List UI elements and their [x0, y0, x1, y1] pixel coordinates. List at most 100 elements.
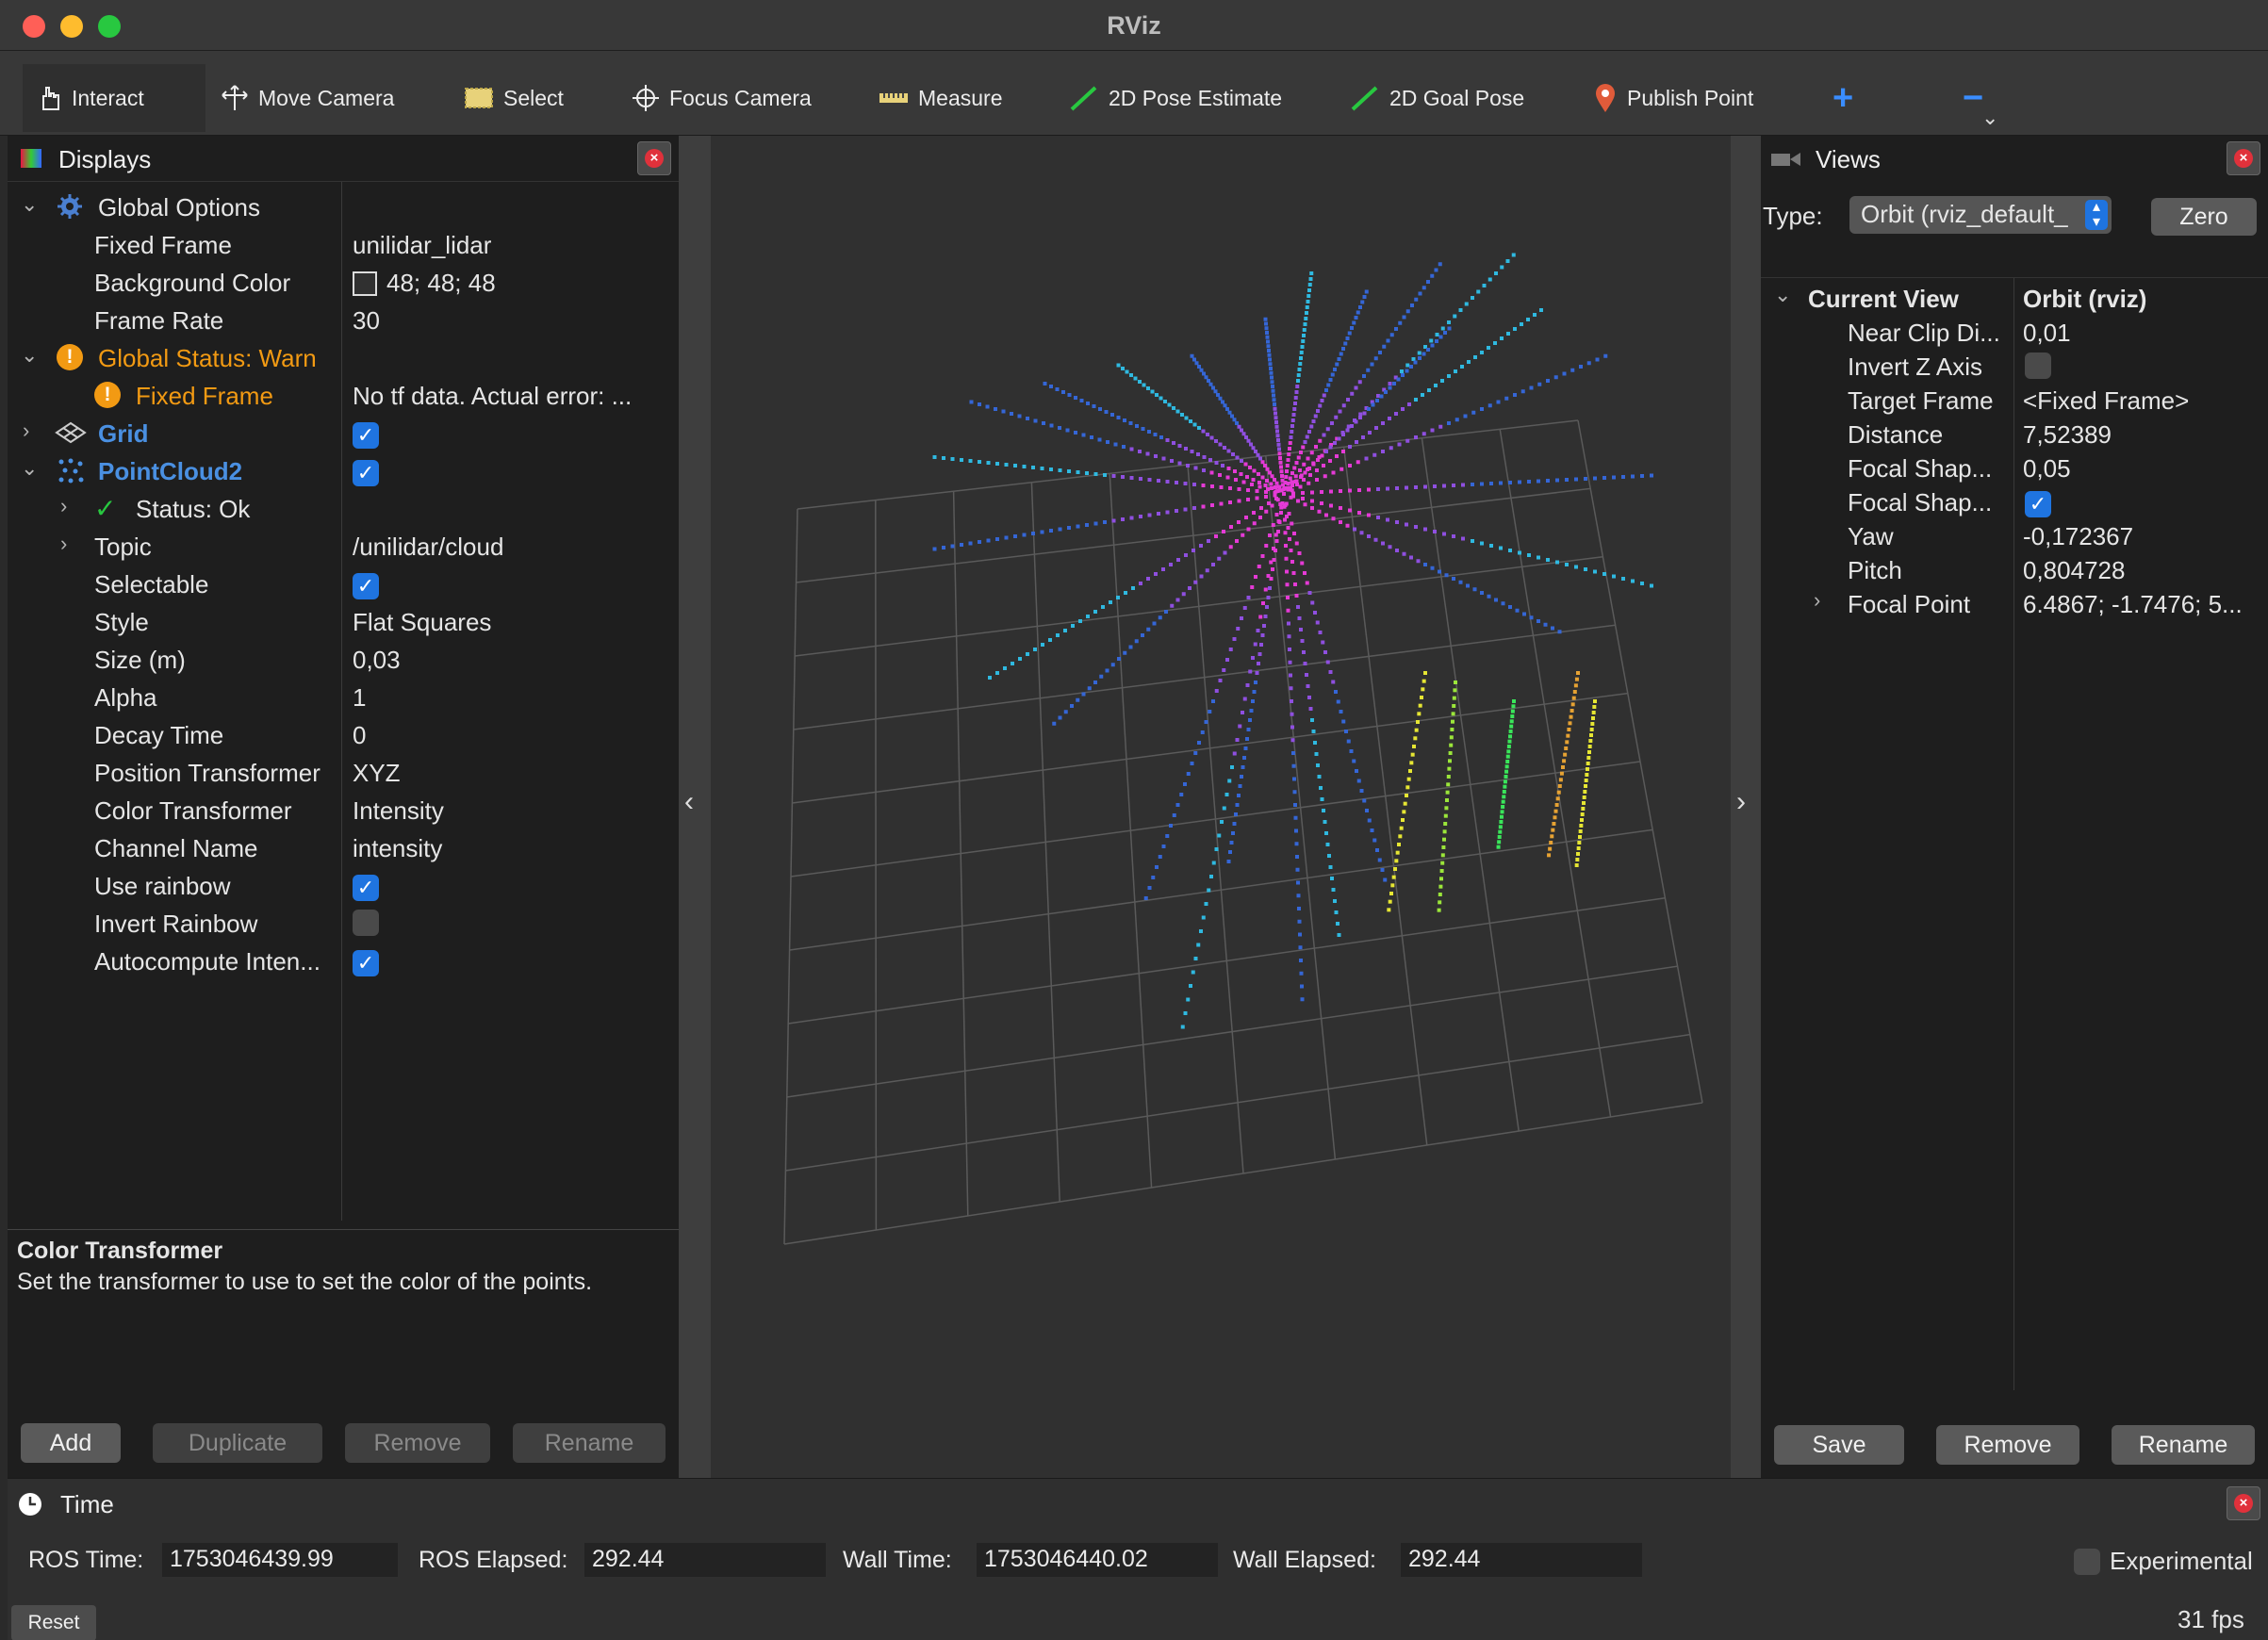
collapse-left-handle[interactable]: ‹ [679, 136, 711, 1478]
tree-row-current-view[interactable]: ⌄ Current View Orbit (rviz) [1761, 282, 2268, 316]
chevron-down-icon[interactable]: ⌄ [21, 345, 40, 366]
chevron-down-icon[interactable]: ⌄ [1981, 106, 1998, 130]
wall-time-field[interactable]: 1753046440.02 [977, 1543, 1218, 1577]
alpha-value[interactable]: 1 [353, 683, 366, 713]
chevron-down-icon[interactable]: ⌄ [1774, 285, 1793, 305]
tree-value[interactable]: -0,172367 [2023, 522, 2133, 551]
chevron-right-icon[interactable]: › [60, 533, 79, 554]
tool-2d-pose-estimate[interactable]: 2D Pose Estimate [1056, 64, 1295, 132]
tree-row-autocompute[interactable]: Autocompute Inten... ✓ [8, 942, 679, 979]
frame-rate-value[interactable]: 30 [353, 306, 380, 336]
view-row-near-clip[interactable]: Near Clip Di... 0,01 [1761, 316, 2268, 350]
tool-publish-point[interactable]: Publish Point [1580, 64, 1767, 132]
close-time-button[interactable]: × [2227, 1486, 2260, 1520]
fixed-frame-value[interactable]: unilidar_lidar [353, 231, 491, 260]
tree-value[interactable]: <Fixed Frame> [2023, 386, 2189, 416]
ros-elapsed-field[interactable]: 292.44 [584, 1543, 826, 1577]
chevron-down-icon[interactable]: ⌄ [21, 458, 40, 479]
tree-row-channel-name[interactable]: Channel Name intensity [8, 828, 679, 866]
tree-row-position-transformer[interactable]: Position Transformer XYZ [8, 753, 679, 791]
view-row-target-frame[interactable]: Target Frame <Fixed Frame> [1761, 384, 2268, 418]
tree-row-alpha[interactable]: Alpha 1 [8, 678, 679, 715]
collapse-right-handle[interactable]: › [1731, 136, 1763, 1478]
view-row-focal-shape-fixed[interactable]: Focal Shap... ✓ [1761, 485, 2268, 519]
pointcloud-scene[interactable] [711, 136, 1731, 1478]
view-row-focal-shape-size[interactable]: Focal Shap... 0,05 [1761, 451, 2268, 485]
tree-row-global-options[interactable]: ⌄ Global Options [8, 188, 679, 225]
view-row-yaw[interactable]: Yaw -0,172367 [1761, 519, 2268, 553]
tool-select[interactable]: Select [451, 64, 577, 132]
tree-row-frame-rate[interactable]: Frame Rate 30 [8, 301, 679, 338]
tree-row-style[interactable]: Style Flat Squares [8, 602, 679, 640]
add-tool-button[interactable]: + [1819, 64, 1866, 132]
tree-row-selectable[interactable]: Selectable ✓ [8, 565, 679, 602]
view-row-distance[interactable]: Distance 7,52389 [1761, 418, 2268, 451]
add-display-button[interactable]: Add [21, 1423, 121, 1463]
tree-value[interactable]: 7,52389 [2023, 420, 2112, 450]
remove-view-button[interactable]: Remove [1936, 1425, 2079, 1465]
use-rainbow-checkbox[interactable]: ✓ [353, 872, 379, 901]
tree-value[interactable]: 0,05 [2023, 454, 2071, 484]
view-type-select[interactable]: Orbit (rviz_default_ ▴ ▾ [1849, 196, 2112, 234]
tool-focus-camera[interactable]: Focus Camera [618, 64, 825, 132]
zero-button[interactable]: Zero [2151, 198, 2257, 236]
tree-value[interactable]: 0,01 [2023, 319, 2071, 348]
invert-z-checkbox[interactable] [2025, 353, 2051, 385]
close-views-button[interactable]: × [2227, 141, 2260, 175]
point [1555, 560, 1559, 565]
tree-value[interactable]: 0,804728 [2023, 556, 2125, 585]
tree-value[interactable]: 6.4867; -1.7476; 5... [2023, 590, 2243, 619]
tree-row-size[interactable]: Size (m) 0,03 [8, 640, 679, 678]
tree-row-fixed-frame-status[interactable]: ! Fixed Frame No tf data. Actual error: … [8, 376, 679, 414]
wall-elapsed-field[interactable]: 292.44 [1401, 1543, 1642, 1577]
color-transformer-value[interactable]: Intensity [353, 796, 444, 826]
remove-display-button[interactable]: Remove [345, 1423, 490, 1463]
topic-value[interactable]: /unilidar/cloud [353, 533, 503, 562]
tool-interact[interactable]: Interact [23, 64, 205, 132]
reset-button[interactable]: Reset [11, 1605, 96, 1640]
tree-row-pointcloud2[interactable]: ⌄ PointCloud2 ✓ [8, 451, 679, 489]
tree-row-invert-rainbow[interactable]: Invert Rainbow [8, 904, 679, 942]
point [1487, 403, 1492, 408]
autocompute-checkbox[interactable]: ✓ [353, 947, 379, 976]
rename-display-button[interactable]: Rename [513, 1423, 666, 1463]
tree-row-status-ok[interactable]: › ✓ Status: Ok [8, 489, 679, 527]
close-displays-button[interactable]: × [637, 141, 671, 175]
view-row-pitch[interactable]: Pitch 0,804728 [1761, 553, 2268, 587]
tree-row-background-color[interactable]: Background Color 48; 48; 48 [8, 263, 679, 301]
chevron-right-icon[interactable]: › [60, 496, 79, 517]
tool-2d-goal-pose[interactable]: 2D Goal Pose [1337, 64, 1537, 132]
tree-row-global-status[interactable]: ⌄ ! Global Status: Warn [8, 338, 679, 376]
focal-shape-checkbox[interactable]: ✓ [2025, 488, 2051, 517]
pointcloud2-checkbox[interactable]: ✓ [353, 457, 379, 486]
rename-view-button[interactable]: Rename [2112, 1425, 2255, 1465]
tree-row-grid[interactable]: › Grid ✓ [8, 414, 679, 451]
invert-rainbow-checkbox[interactable] [353, 910, 379, 943]
tool-move-camera[interactable]: Move Camera [207, 64, 407, 132]
tree-row-use-rainbow[interactable]: Use rainbow ✓ [8, 866, 679, 904]
ros-time-field[interactable]: 1753046439.99 [162, 1543, 398, 1577]
tree-row-decay-time[interactable]: Decay Time 0 [8, 715, 679, 753]
experimental-checkbox[interactable]: Experimental [2074, 1547, 2253, 1576]
chevron-down-icon[interactable]: ⌄ [21, 194, 40, 215]
tree-row-fixed-frame[interactable]: Fixed Frame unilidar_lidar [8, 225, 679, 263]
grid-checkbox[interactable]: ✓ [353, 419, 379, 449]
decay-time-value[interactable]: 0 [353, 721, 366, 750]
chevron-right-icon[interactable]: › [23, 420, 41, 441]
view-row-invert-z[interactable]: Invert Z Axis [1761, 350, 2268, 384]
position-transformer-value[interactable]: XYZ [353, 759, 401, 788]
channel-name-value[interactable]: intensity [353, 834, 442, 863]
size-value[interactable]: 0,03 [353, 646, 401, 675]
background-color-value[interactable]: 48; 48; 48 [353, 269, 496, 298]
duplicate-display-button[interactable]: Duplicate [153, 1423, 322, 1463]
view-row-focal-point[interactable]: › Focal Point 6.4867; -1.7476; 5... [1761, 587, 2268, 621]
selectable-checkbox[interactable]: ✓ [353, 570, 379, 599]
tool-measure[interactable]: Measure [865, 64, 1015, 132]
save-view-button[interactable]: Save [1774, 1425, 1904, 1465]
tree-row-color-transformer[interactable]: Color Transformer Intensity [8, 791, 679, 828]
color-swatch[interactable] [353, 271, 377, 296]
chevron-right-icon[interactable]: › [1814, 590, 1832, 611]
render-viewport[interactable] [711, 136, 1731, 1478]
style-value[interactable]: Flat Squares [353, 608, 491, 637]
tree-row-topic[interactable]: › Topic /unilidar/cloud [8, 527, 679, 565]
